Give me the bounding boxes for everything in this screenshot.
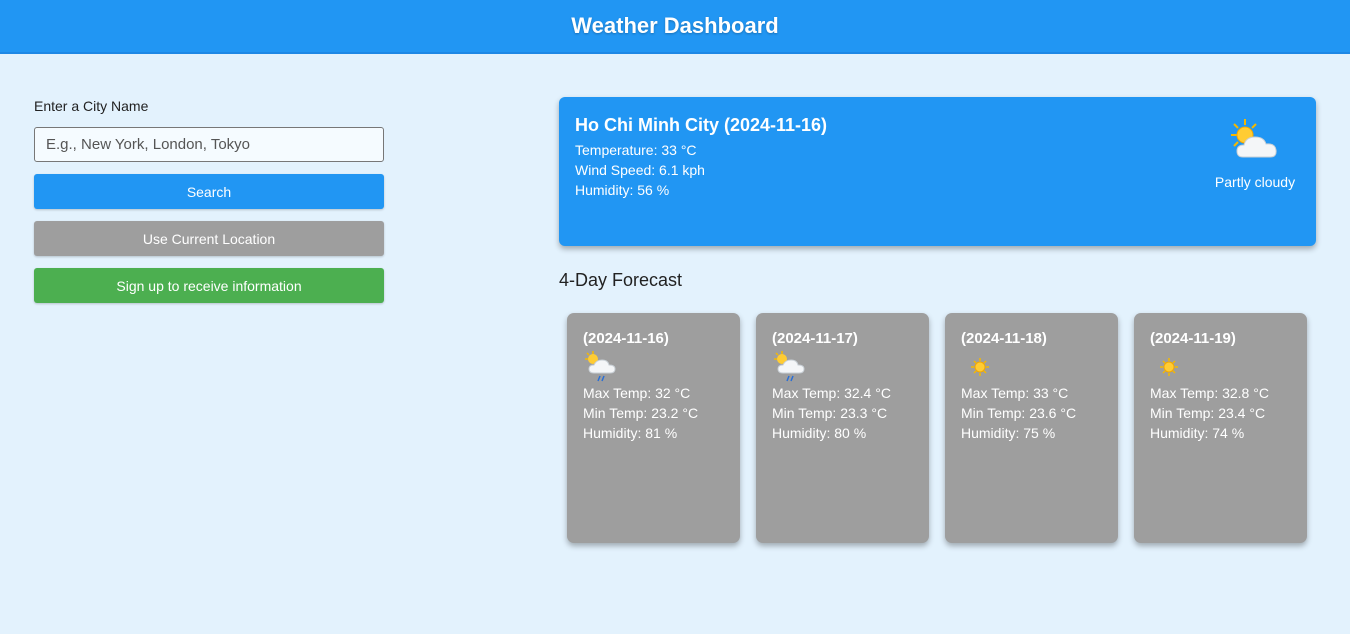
current-condition-text: Partly cloudy bbox=[1214, 174, 1296, 190]
forecast-date: (2024-11-18) bbox=[961, 330, 1047, 347]
forecast-card: (2024-11-17) Max Temp: 32.4 °C Min Temp:… bbox=[756, 313, 929, 543]
use-current-location-button[interactable]: Use Current Location bbox=[34, 221, 384, 256]
forecast-max-temp: Max Temp: 32.4 °C bbox=[772, 385, 891, 401]
current-humidity: Humidity: 56 % bbox=[575, 182, 670, 198]
signup-button[interactable]: Sign up to receive information bbox=[34, 268, 384, 303]
forecast-card: (2024-11-18) Max Temp: 33 °C Min Temp: 2… bbox=[945, 313, 1118, 543]
forecast-title: 4-Day Forecast bbox=[559, 270, 683, 290]
forecast-min-temp: Min Temp: 23.3 °C bbox=[772, 405, 888, 421]
sunny-icon bbox=[961, 349, 1102, 383]
forecast-date: (2024-11-17) bbox=[772, 330, 858, 347]
city-search-input[interactable] bbox=[34, 127, 384, 162]
page-title: Weather Dashboard bbox=[571, 13, 779, 38]
patchy-rain-icon bbox=[583, 349, 724, 383]
forecast-card: (2024-11-19) Max Temp: 32.8 °C Min Temp:… bbox=[1134, 313, 1307, 543]
forecast-max-temp: Max Temp: 32.8 °C bbox=[1150, 385, 1269, 401]
city-input-label: Enter a City Name bbox=[34, 98, 149, 114]
forecast-humidity: Humidity: 80 % bbox=[772, 425, 867, 441]
current-city-title: Ho Chi Minh City (2024-11-16) bbox=[575, 115, 828, 135]
forecast-min-temp: Min Temp: 23.2 °C bbox=[583, 405, 699, 421]
current-wind-speed: Wind Speed: 6.1 kph bbox=[575, 162, 705, 178]
forecast-min-temp: Min Temp: 23.6 °C bbox=[961, 405, 1077, 421]
forecast-humidity: Humidity: 74 % bbox=[1150, 425, 1245, 441]
app-header: Weather Dashboard bbox=[0, 0, 1350, 54]
partly-cloudy-icon bbox=[1225, 119, 1285, 169]
sunny-icon bbox=[1150, 349, 1291, 383]
forecast-date: (2024-11-19) bbox=[1150, 330, 1236, 347]
current-condition-block: Partly cloudy bbox=[1210, 117, 1300, 190]
forecast-card: (2024-11-16) Max Temp: 32 °C Min Temp: 2… bbox=[567, 313, 740, 543]
forecast-max-temp: Max Temp: 33 °C bbox=[961, 385, 1069, 401]
forecast-humidity: Humidity: 75 % bbox=[961, 425, 1056, 441]
search-button[interactable]: Search bbox=[34, 174, 384, 209]
current-weather-card: Ho Chi Minh City (2024-11-16) Temperatur… bbox=[559, 97, 1316, 246]
forecast-max-temp: Max Temp: 32 °C bbox=[583, 385, 691, 401]
forecast-min-temp: Min Temp: 23.4 °C bbox=[1150, 405, 1266, 421]
forecast-humidity: Humidity: 81 % bbox=[583, 425, 678, 441]
forecast-date: (2024-11-16) bbox=[583, 330, 669, 347]
search-panel: Enter a City Name Search Use Current Loc… bbox=[34, 98, 384, 303]
current-temperature: Temperature: 33 °C bbox=[575, 142, 697, 158]
forecast-cards: (2024-11-16) Max Temp: 32 °C Min Temp: 2… bbox=[567, 313, 1307, 543]
patchy-rain-icon bbox=[772, 349, 913, 383]
